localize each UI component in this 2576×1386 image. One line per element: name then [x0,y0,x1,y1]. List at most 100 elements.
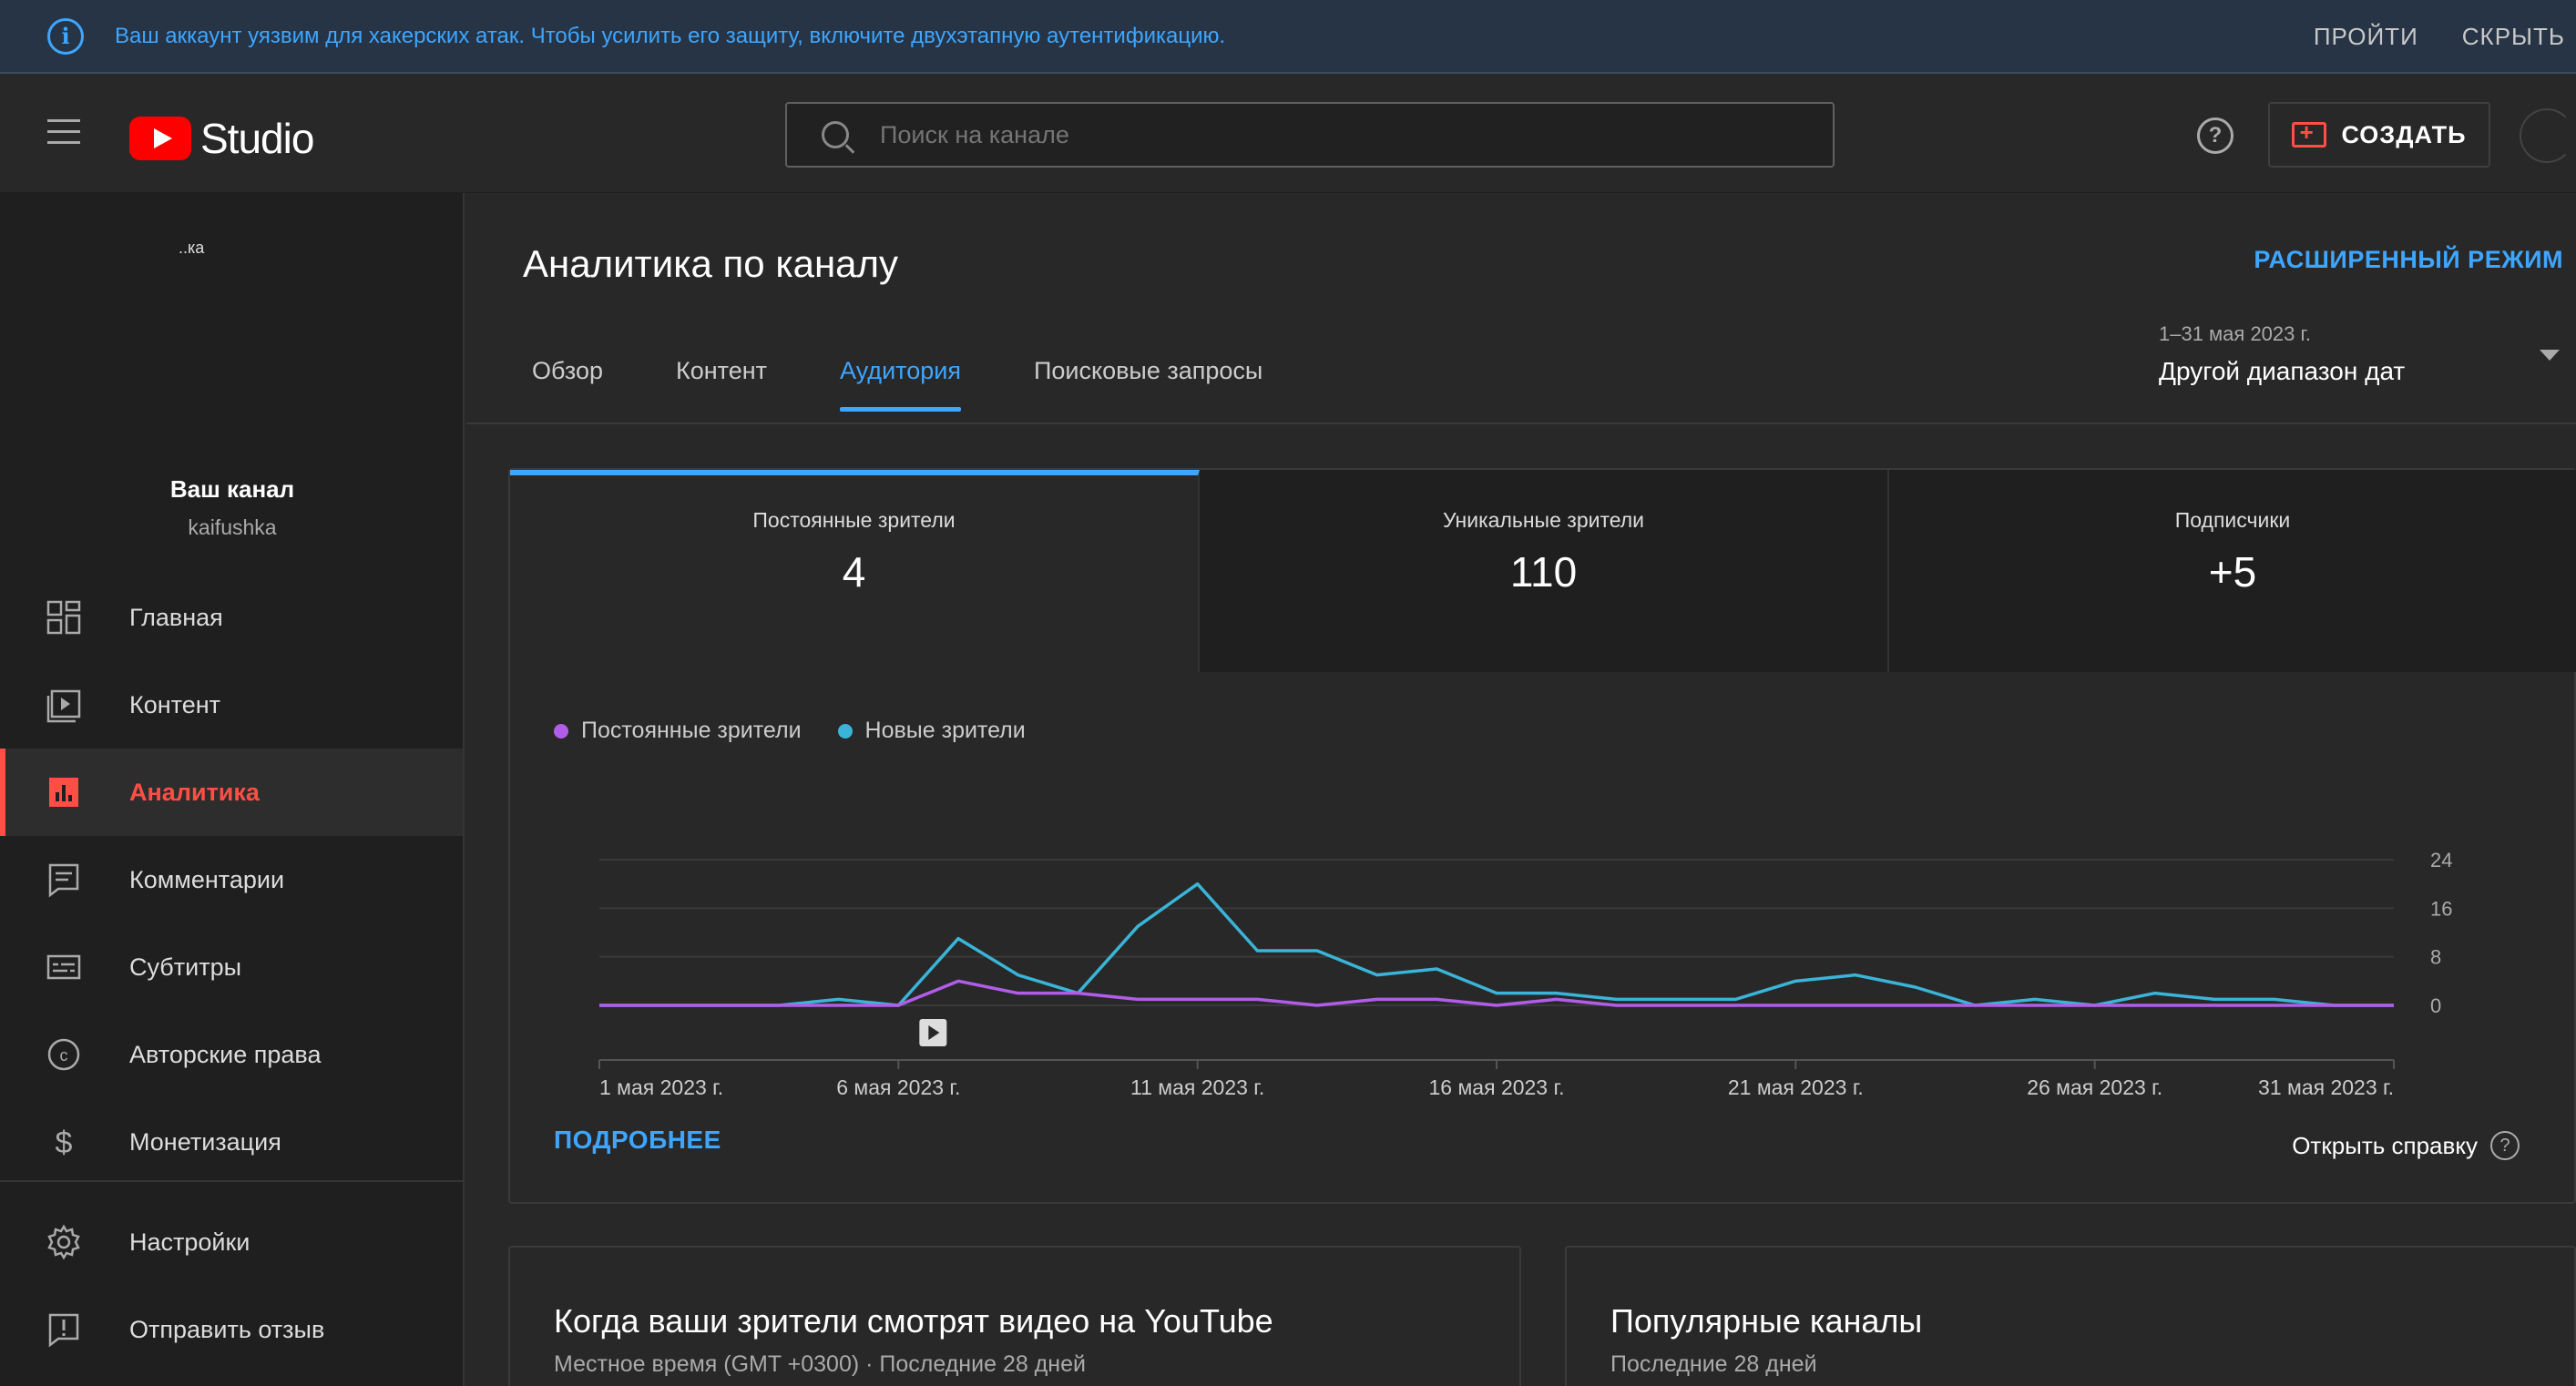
y-tick-label: 16 [2430,897,2452,920]
youtube-logo-icon [129,117,191,160]
card-subtitle: Последние 28 дней [1610,1351,1817,1377]
card-subtitle: Местное время (GMT +0300) · Последние 28… [554,1351,1086,1377]
open-help-link[interactable]: Открыть справку ? [2292,1131,2520,1160]
sidebar-item-label: Главная [129,603,223,631]
search-input[interactable] [880,120,1700,149]
sidebar-item-settings[interactable]: Настройки [0,1198,463,1286]
sidebar-item-copyright[interactable]: c Авторские права [0,1011,463,1098]
metric-returning-viewers[interactable]: Постоянные зрители 4 [510,470,1200,672]
chevron-down-icon[interactable] [2540,350,2560,361]
metric-value: +5 [2208,548,2257,596]
metric-unique-viewers[interactable]: Уникальные зрители 110 [1200,470,1889,672]
sidebar-item-feedback[interactable]: Отправить отзыв [0,1286,463,1373]
comments-icon [48,863,79,898]
metric-subscribers[interactable]: Подписчики +5 [1889,470,2576,672]
sidebar-item-label: Отправить отзыв [129,1315,325,1343]
open-help-label: Открыть справку [2292,1131,2478,1159]
tab-search-queries[interactable]: Поисковые запросы [1010,357,1286,412]
date-range-picker[interactable]: 1–31 мая 2023 г. Другой диапазон дат [2159,322,2405,386]
info-icon: i [47,17,84,55]
sidebar-item-label: Комментарии [129,865,285,893]
date-range-label: Другой диапазон дат [2159,357,2406,385]
svg-text:$: $ [56,1126,73,1160]
security-banner: i Ваш аккаунт уязвим для хакерских атак.… [0,0,2576,74]
audience-card: Постоянные зрители 4 Уникальные зрители … [508,468,2576,1204]
metric-label: Постоянные зрители [752,508,956,532]
x-tick-label: 16 мая 2023 г. [1429,1075,1565,1099]
sidebar-item-dashboard[interactable]: Главная [0,574,463,661]
x-tick-label: 31 мая 2023 г. [2258,1075,2394,1099]
metric-value: 110 [1509,548,1578,596]
audience-line-chart[interactable]: 24 16 8 0 1 мая 2023 г. 6 мая 2023 г. 11 мая 2… [510,743,2574,1107]
chart-legend: Постоянные зрители Новые зрители [554,718,1026,744]
feedback-icon [48,1313,79,1348]
metric-value: 4 [842,548,866,596]
channel-thumbnail[interactable]: ..ка [179,239,204,258]
dashboard-icon [46,600,81,635]
svg-text:c: c [60,1046,68,1065]
banner-hide-button[interactable]: СКРЫТЬ [2462,23,2565,51]
sidebar-item-label: Аналитика [129,778,260,806]
legend-label: Постоянные зрители [581,718,802,743]
logo-text: Studio [200,115,314,162]
sidebar-item-label: Субтитры [129,953,242,981]
search-box[interactable] [785,102,1835,168]
studio-logo[interactable]: Studio [129,114,314,163]
advanced-mode-link[interactable]: РАСШИРЕННЫЙ РЕЖИМ [2254,246,2563,274]
y-tick-label: 0 [2430,994,2441,1017]
banner-message: Ваш аккаунт уязвим для хакерских атак. Ч… [115,23,1226,48]
series-line-new [599,882,2394,1007]
sidebar-divider [0,1180,463,1182]
card-title: Популярные каналы [1610,1302,1923,1340]
settings-icon [47,1224,80,1260]
x-tick-label: 11 мая 2023 г. [1130,1075,1264,1099]
sidebar-item-monetization[interactable]: $ Монетизация [0,1098,463,1186]
sidebar-item-subtitles[interactable]: Субтитры [0,923,463,1011]
x-tick-label: 21 мая 2023 г. [1728,1075,1864,1099]
sidebar-item-label: Авторские права [129,1040,322,1068]
analytics-tabs: Обзор Контент Аудитория Поисковые запрос… [508,357,1312,412]
avatar[interactable] [2520,108,2574,163]
legend-label: Новые зрители [864,718,1026,743]
create-video-icon [2292,118,2327,148]
more-details-link[interactable]: ПОДРОБНЕЕ [554,1126,721,1155]
tab-overview[interactable]: Обзор [508,357,627,412]
legend-dot [837,723,853,739]
legend-item-new[interactable]: Новые зрители [837,718,1026,744]
y-tick-label: 8 [2430,946,2441,969]
menu-icon[interactable] [47,119,80,145]
content-icon [46,689,81,723]
banner-go-button[interactable]: ПРОЙТИ [2314,23,2418,51]
search-icon [822,121,849,148]
tab-content[interactable]: Контент [652,357,791,412]
x-tick-label: 1 мая 2023 г. [599,1075,723,1099]
legend-dot [554,723,568,739]
create-button[interactable]: СОЗДАТЬ [2268,102,2490,168]
date-range-dates: 1–31 мая 2023 г. [2159,322,2311,345]
main-content: Аналитика по каналу РАСШИРЕННЫЙ РЕЖИМ Об… [466,193,2576,1386]
sidebar-item-label: Монетизация [129,1127,281,1156]
popular-channels-card: Популярные каналы Последние 28 дней [1565,1246,2576,1386]
channel-handle: kaifushka [188,515,277,539]
monetization-icon: $ [56,1126,73,1160]
subtitles-icon [46,954,81,980]
channel-title: Ваш канал [169,475,295,503]
help-icon[interactable]: ? [2197,117,2234,154]
copyright-icon: c [47,1038,80,1071]
sidebar-item-label: Контент [129,690,221,718]
metric-label: Подписчики [2174,508,2291,532]
top-header: Studio ? СОЗДАТЬ [0,74,2576,193]
tab-audience[interactable]: Аудитория [816,357,985,412]
sidebar-item-comments[interactable]: Комментарии [0,836,463,923]
create-label: СОЗДАТЬ [2341,120,2467,148]
sidebar-item-analytics[interactable]: Аналитика [0,749,463,836]
sidebar-item-content[interactable]: Контент [0,661,463,749]
when-viewers-watch-card: Когда ваши зрители смотрят видео на YouT… [508,1246,1521,1386]
page-title: Аналитика по каналу [523,242,899,285]
sidebar-item-label: Настройки [129,1228,250,1256]
help-icon: ? [2490,1131,2520,1160]
metric-label: Уникальные зрители [1442,508,1645,532]
x-tick-label: 6 мая 2023 г. [836,1075,960,1099]
legend-item-returning[interactable]: Постоянные зрители [554,718,802,744]
tabs-divider [466,423,2576,424]
